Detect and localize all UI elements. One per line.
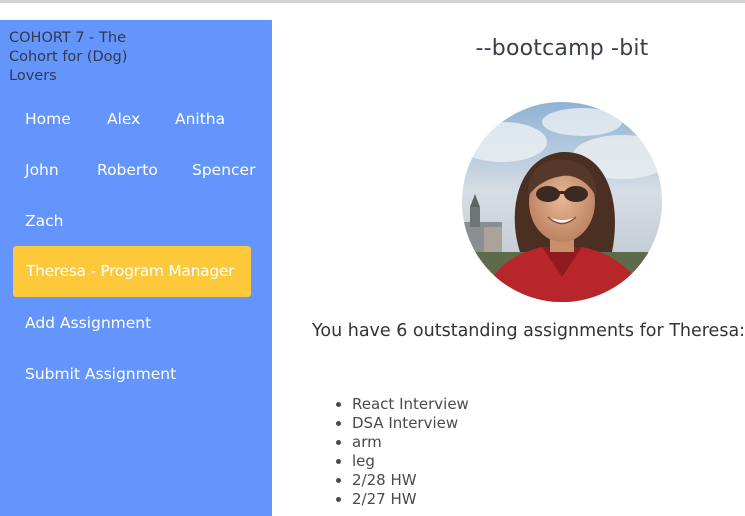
outstanding-assignments-text: You have 6 outstanding assignments for T… xyxy=(312,321,745,341)
nav-item-home[interactable]: Home xyxy=(25,109,71,129)
nav-item-zach[interactable]: Zach xyxy=(25,211,63,231)
nav-item-spencer[interactable]: Spencer xyxy=(192,160,255,180)
nav-item-roberto[interactable]: Roberto xyxy=(97,160,158,180)
list-item: arm xyxy=(352,433,469,452)
profile-photo-icon xyxy=(462,102,662,302)
nav-item-add-assignment[interactable]: Add Assignment xyxy=(25,313,151,333)
page-title: --bootcamp -bit xyxy=(475,36,649,61)
nav-item-submit-assignment[interactable]: Submit Assignment xyxy=(25,364,176,384)
main-content: --bootcamp -bit You have 6 outstanding a… xyxy=(272,0,745,516)
nav-item-theresa-active[interactable]: Theresa - Program Manager xyxy=(13,246,251,297)
sidebar-brand[interactable]: COHORT 7 - The Cohort for (Dog) Lovers xyxy=(9,29,159,86)
list-item: React Interview xyxy=(352,395,469,414)
nav-item-theresa-label: Theresa - Program Manager xyxy=(26,262,235,280)
profile-photo-avatar xyxy=(462,102,662,302)
list-item: DSA Interview xyxy=(352,414,469,433)
nav-item-alex[interactable]: Alex xyxy=(107,109,140,129)
nav-item-john[interactable]: John xyxy=(25,160,59,180)
list-item: leg xyxy=(352,452,469,471)
list-item: 2/27 HW xyxy=(352,490,469,509)
assignment-list: React Interview DSA Interview arm leg 2/… xyxy=(330,395,469,509)
nav-item-anitha[interactable]: Anitha xyxy=(175,109,225,129)
list-item: 2/28 HW xyxy=(352,471,469,490)
sidebar: COHORT 7 - The Cohort for (Dog) Lovers H… xyxy=(0,20,272,516)
